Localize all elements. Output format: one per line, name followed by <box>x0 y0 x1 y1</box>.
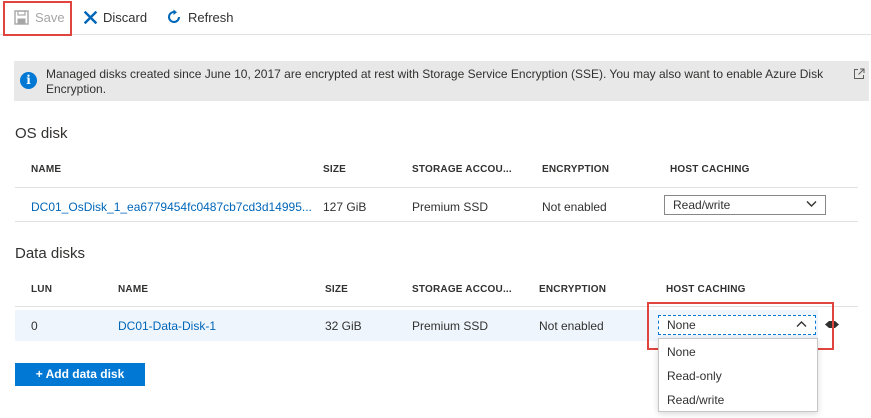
discard-label: Discard <box>103 9 148 25</box>
os-host-caching-select[interactable]: Read/write <box>664 195 826 215</box>
save-highlight-box <box>3 1 72 36</box>
data-col-encryption: ENCRYPTION <box>539 284 607 295</box>
discard-button[interactable]: Discard <box>84 6 147 28</box>
dropdown-option-read-write[interactable]: Read/write <box>667 393 724 407</box>
chevron-down-icon <box>806 201 817 207</box>
os-header-divider <box>15 187 858 188</box>
dropdown-option-read-only[interactable]: Read-only <box>667 369 722 383</box>
os-disk-storage: Premium SSD <box>412 200 489 214</box>
dropdown-option-none[interactable]: None <box>667 345 696 359</box>
encryption-info-banner: i Managed disks created since June 10, 2… <box>14 61 869 101</box>
banner-text: Managed disks created since June 10, 201… <box>46 67 824 96</box>
os-disk-name-link[interactable]: DC01_OsDisk_1_ea6779454fc0487cb7cd3d1499… <box>31 200 312 214</box>
data-col-lun: LUN <box>31 284 53 295</box>
add-data-disk-button[interactable]: + Add data disk <box>15 363 145 386</box>
refresh-icon <box>168 9 180 23</box>
os-col-name: NAME <box>31 164 62 175</box>
os-row-divider <box>15 221 858 222</box>
data-disks-heading: Data disks <box>15 245 86 262</box>
discard-icon <box>84 10 97 24</box>
os-col-encryption: ENCRYPTION <box>542 164 610 175</box>
os-host-caching-value: Read/write <box>673 198 731 212</box>
data-col-name: NAME <box>118 284 149 295</box>
data-disk-storage: Premium SSD <box>412 319 489 333</box>
data-disk-name-link[interactable]: DC01-Data-Disk-1 <box>118 319 216 333</box>
info-icon: i <box>20 72 37 89</box>
host-caching-dropdown-list: None Read-only Read/write <box>658 338 818 412</box>
external-link-icon[interactable] <box>853 68 865 80</box>
refresh-button[interactable]: Refresh <box>166 6 234 28</box>
data-disk-lun: 0 <box>31 319 38 333</box>
os-disk-size: 127 GiB <box>323 200 367 214</box>
os-col-storage: STORAGE ACCOU... <box>412 164 512 175</box>
os-col-size: SIZE <box>323 164 347 175</box>
command-bar: Save Discard Refresh <box>0 0 871 35</box>
os-disk-encryption: Not enabled <box>542 200 607 214</box>
refresh-label: Refresh <box>188 9 234 25</box>
data-col-size: SIZE <box>325 284 349 295</box>
os-col-host-caching: HOST CACHING <box>670 164 750 175</box>
os-disk-heading: OS disk <box>15 125 68 142</box>
data-col-host-caching: HOST CACHING <box>666 284 746 295</box>
data-col-storage: STORAGE ACCOU... <box>412 284 512 295</box>
data-disk-size: 32 GiB <box>325 319 362 333</box>
data-disk-encryption: Not enabled <box>539 319 604 333</box>
